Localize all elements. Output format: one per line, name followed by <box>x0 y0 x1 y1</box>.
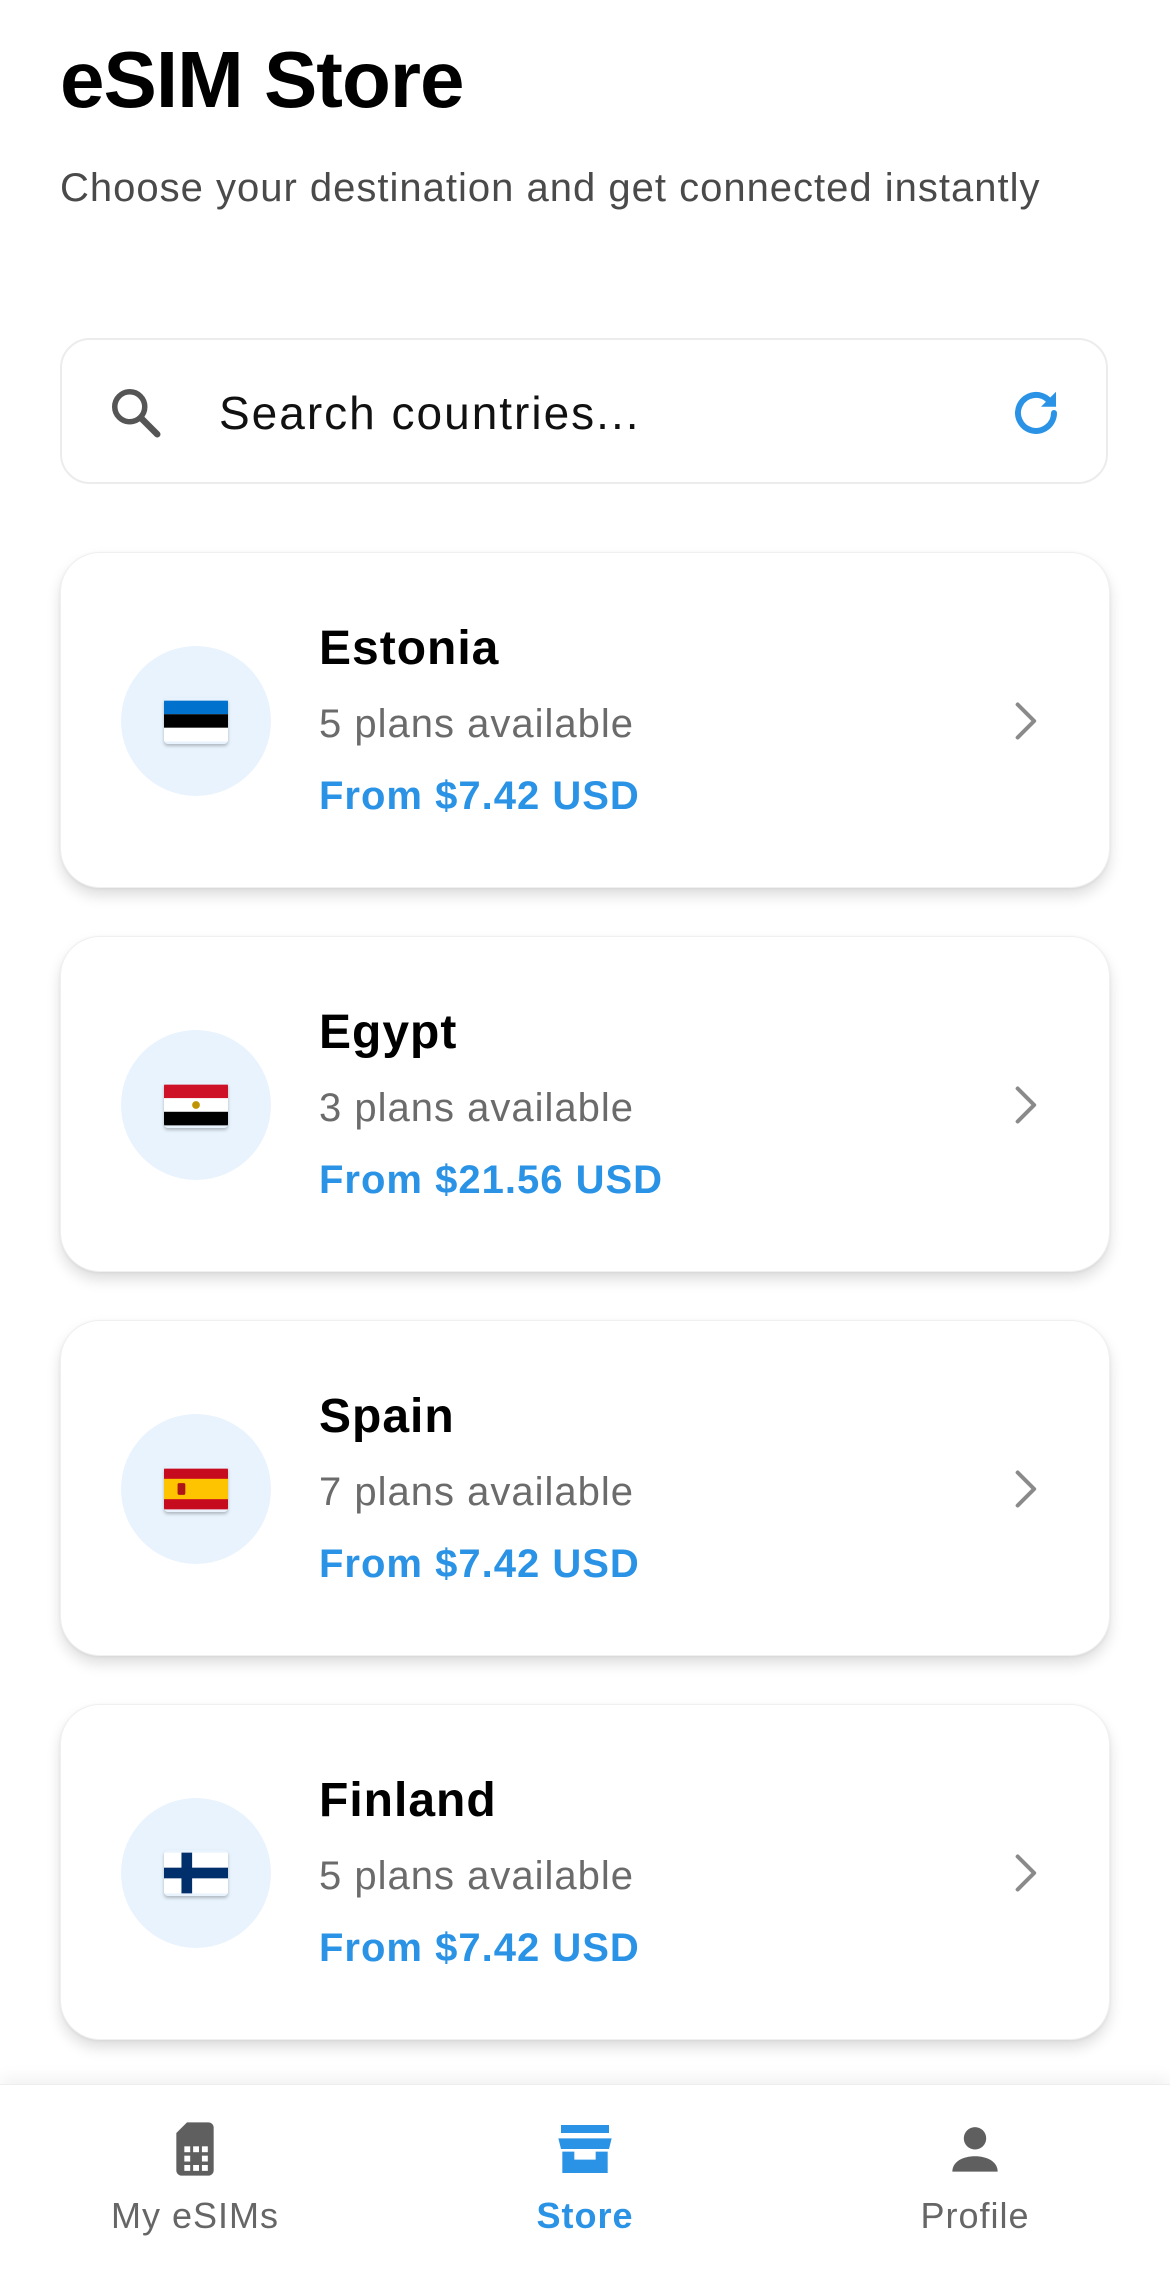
person-icon <box>952 2127 998 2172</box>
bottom-navigation: My eSIMs Store Profile <box>0 2084 1170 2280</box>
country-card-egypt[interactable]: Egypt 3 plans available From $21.56 USD <box>60 936 1110 1272</box>
plans-count: 5 plans available <box>319 702 634 746</box>
search-icon <box>112 389 161 438</box>
country-card-estonia[interactable]: Estonia 5 plans available From $7.42 USD <box>60 552 1110 888</box>
nav-item-store[interactable]: Store <box>390 2085 780 2280</box>
country-name: Estonia <box>319 622 500 675</box>
page-title: eSIM Store <box>60 35 464 124</box>
nav-item-my-esims[interactable]: My eSIMs <box>0 2085 390 2280</box>
starting-price: From $7.42 USD <box>319 774 640 818</box>
nav-label: Store <box>536 2195 634 2236</box>
sim-card-icon <box>176 2122 214 2176</box>
page-subtitle: Choose your destination and get connecte… <box>60 166 1041 210</box>
store-icon <box>558 2125 612 2173</box>
country-name: Spain <box>319 1390 455 1443</box>
country-card-spain[interactable]: Spain 7 plans available From $7.42 USD <box>60 1320 1110 1656</box>
starting-price: From $7.42 USD <box>319 1542 640 1586</box>
chevron-right-icon <box>1015 1086 1037 1124</box>
spain-flag-icon <box>164 1468 228 1510</box>
flag-badge <box>121 646 271 796</box>
search-input[interactable] <box>219 375 919 451</box>
flag-badge <box>121 1414 271 1564</box>
refresh-icon[interactable] <box>1006 383 1066 443</box>
nav-label: My eSIMs <box>110 2195 279 2236</box>
nav-label: Profile <box>920 2195 1030 2236</box>
plans-count: 7 plans available <box>319 1470 634 1514</box>
country-name: Egypt <box>319 1006 458 1059</box>
search-bar <box>60 338 1108 484</box>
flag-badge <box>121 1030 271 1180</box>
chevron-right-icon <box>1015 1470 1037 1508</box>
starting-price: From $21.56 USD <box>319 1158 664 1202</box>
estonia-flag-icon <box>164 700 228 742</box>
chevron-right-icon <box>1015 702 1037 740</box>
nav-item-profile[interactable]: Profile <box>780 2085 1170 2280</box>
finland-flag-icon <box>164 1852 228 1894</box>
flag-badge <box>121 1798 271 1948</box>
esim-store-screen: eSIM Store Choose your destination and g… <box>0 0 1170 2280</box>
starting-price: From $7.42 USD <box>319 1926 640 1970</box>
plans-count: 5 plans available <box>319 1854 634 1898</box>
egypt-flag-icon <box>164 1084 228 1126</box>
country-card-finland[interactable]: Finland 5 plans available From $7.42 USD <box>60 1704 1110 2040</box>
chevron-right-icon <box>1015 1854 1037 1892</box>
country-name: Finland <box>319 1774 497 1827</box>
plans-count: 3 plans available <box>319 1086 634 1130</box>
